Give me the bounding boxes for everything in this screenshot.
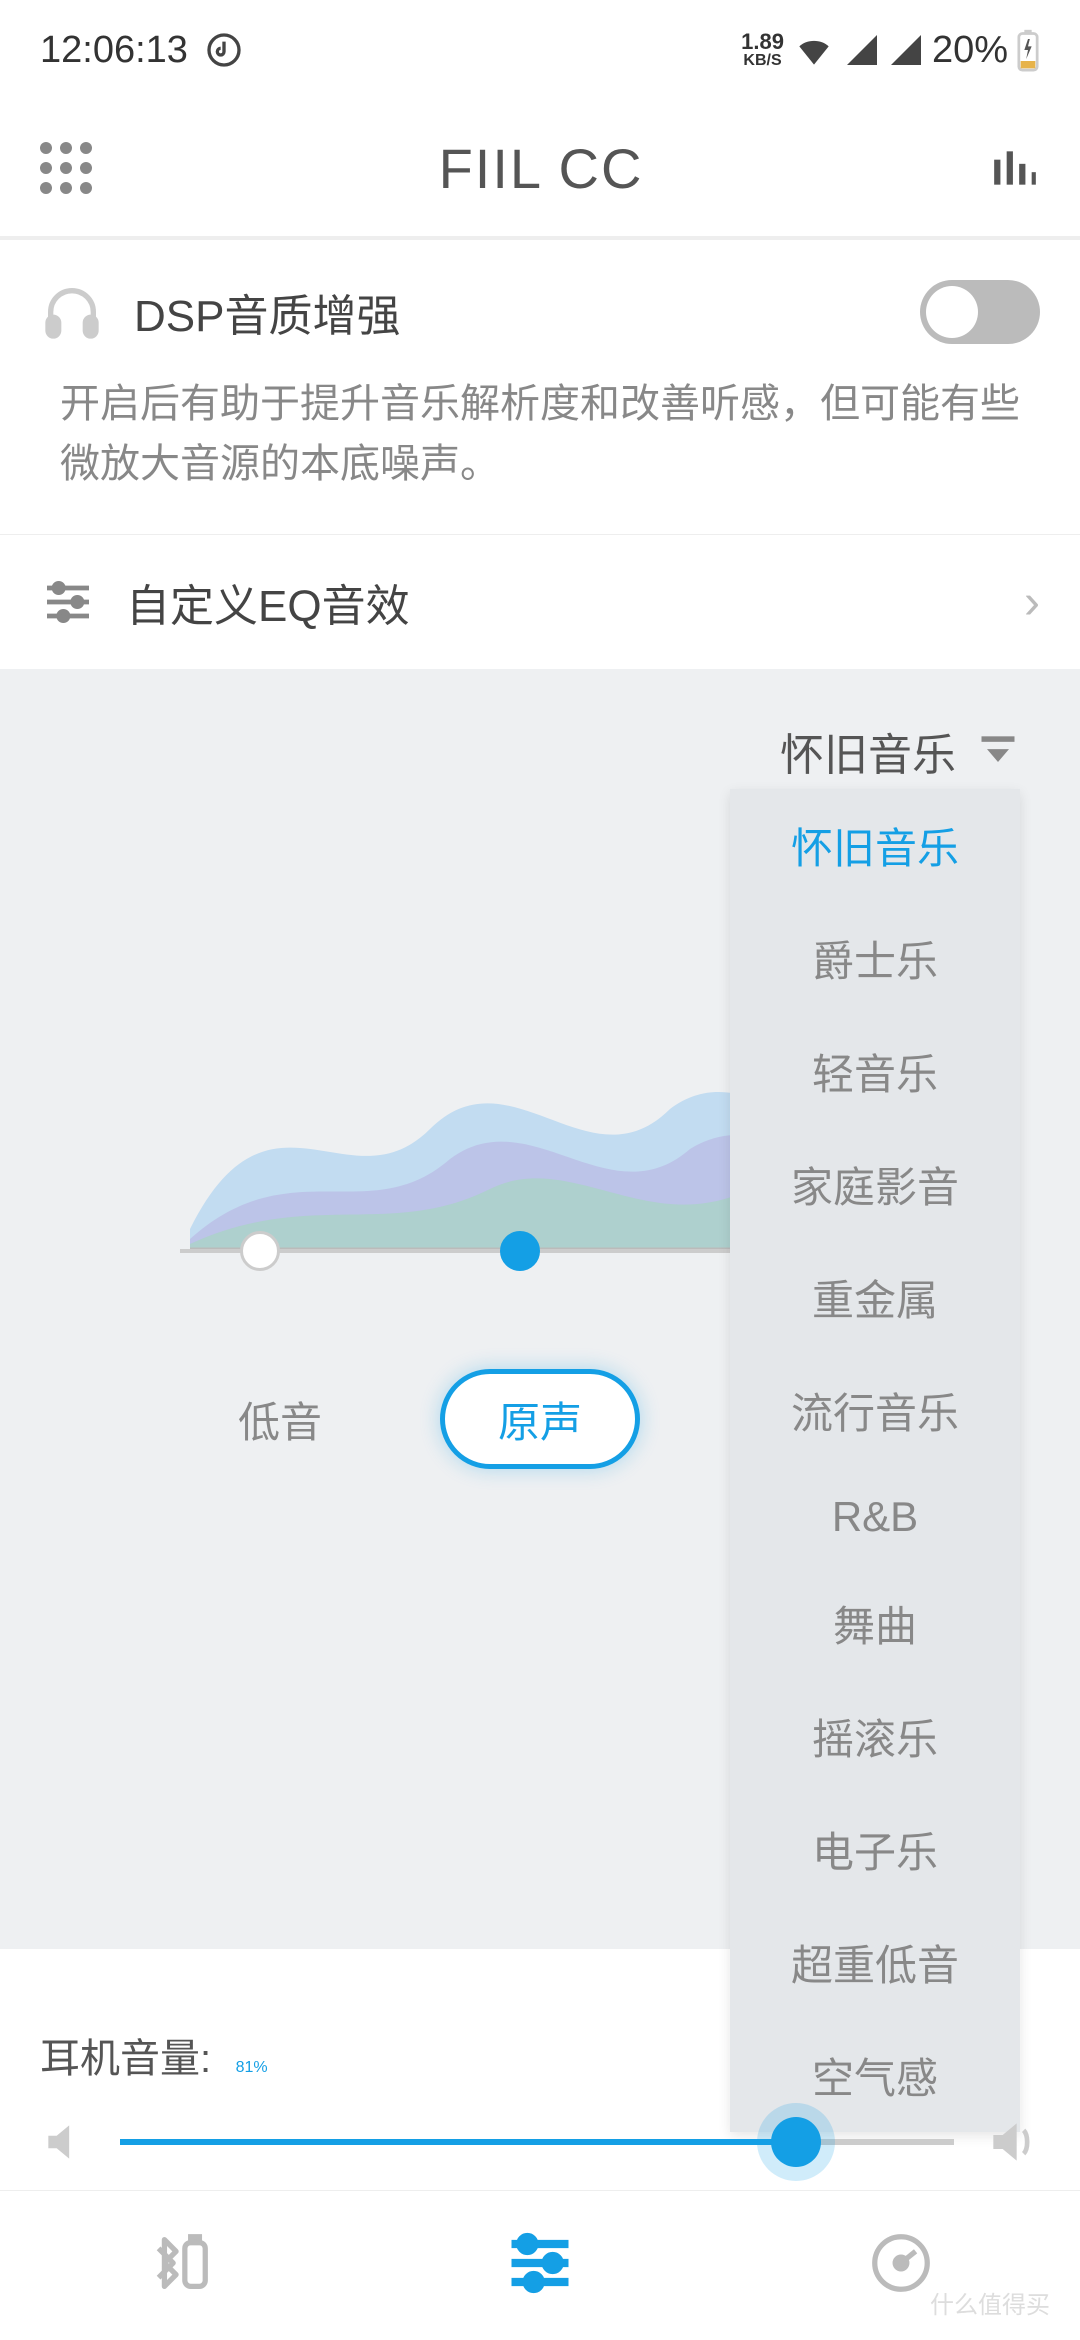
preset-option[interactable]: 超重低音 [730,1906,1020,2019]
bottom-nav [0,2190,1080,2340]
headphones-icon [40,280,104,344]
dsp-label: DSP音质增强 [134,280,890,344]
status-bar: 12:06:13 1.89 KB/S 20% [0,0,1080,100]
nav-device-tab[interactable] [144,2228,214,2303]
signal-icon [844,32,880,68]
preset-selected-label: 怀旧音乐 [780,719,956,783]
preset-option[interactable]: 爵士乐 [730,902,1020,1015]
preset-option[interactable]: R&B [730,1467,1020,1567]
eq-sliders-icon [502,2225,578,2301]
watermark: 什么值得买 [930,2285,1050,2320]
volume-label: 耳机音量: [40,2037,211,2081]
volume-value: 81% [236,2059,268,2076]
equalizer-bars-icon[interactable] [990,143,1040,193]
preset-option[interactable]: 怀旧音乐 [730,789,1020,902]
collapse-icon [976,729,1020,773]
custom-eq-label: 自定义EQ音效 [126,570,994,634]
sliders-icon [40,574,96,630]
volume-section: 耳机音量: 81% [0,2026,1080,2170]
preset-option[interactable]: 舞曲 [730,1567,1020,1680]
app-header: FIIL CC [0,100,1080,240]
wifi-icon [792,28,836,72]
preset-option[interactable]: 电子乐 [730,1793,1020,1906]
volume-fill [120,2139,796,2145]
preset-dropdown-trigger[interactable]: 怀旧音乐 [0,699,1080,803]
preset-dropdown: 怀旧音乐 爵士乐 轻音乐 家庭影音 重金属 流行音乐 R&B 舞曲 摇滚乐 电子… [730,789,1020,2132]
bluetooth-battery-icon [144,2228,214,2298]
music-app-icon [204,30,244,70]
volume-thumb[interactable] [771,2117,821,2167]
volume-min-icon [40,2117,90,2167]
dsp-row: DSP音质增强 [0,240,1080,364]
dsp-toggle[interactable] [920,280,1040,344]
battery-charging-icon [1016,28,1040,72]
nav-eq-tab[interactable] [502,2225,578,2306]
nav-gauge-tab[interactable] [866,2228,936,2303]
mode-original-button[interactable]: 原声 [440,1369,640,1469]
page-title: FIIL CC [439,136,644,201]
status-time: 12:06:13 [40,29,188,72]
preset-option[interactable]: 重金属 [730,1241,1020,1354]
custom-eq-row[interactable]: 自定义EQ音效 › [0,534,1080,669]
volume-slider[interactable] [120,2139,954,2145]
preset-option[interactable]: 家庭影音 [730,1128,1020,1241]
mode-buttons: 低音 原声 [180,1369,640,1469]
volume-max-icon [984,2114,1040,2170]
dsp-description: 开启后有助于提升音乐解析度和改善听感，但可能有些微放大音源的本底噪声。 [0,364,1080,534]
preset-option[interactable]: 轻音乐 [730,1015,1020,1128]
battery-percent: 20% [932,29,1008,72]
chevron-right-icon: › [1024,575,1040,630]
signal-icon-2 [888,32,924,68]
gauge-icon [866,2228,936,2298]
mode-bass-button[interactable]: 低音 [180,1369,380,1469]
slider-stop-bass[interactable] [240,1231,280,1271]
preset-area: 怀旧音乐 低音 原声 怀旧音乐 爵士乐 轻音乐 家庭影音 重金属 流行音乐 R&… [0,669,1080,1949]
menu-grid-icon[interactable] [40,142,92,194]
preset-option[interactable]: 摇滚乐 [730,1680,1020,1793]
slider-stop-original[interactable] [500,1231,540,1271]
preset-option[interactable]: 流行音乐 [730,1354,1020,1467]
network-speed: 1.89 KB/S [741,32,784,68]
